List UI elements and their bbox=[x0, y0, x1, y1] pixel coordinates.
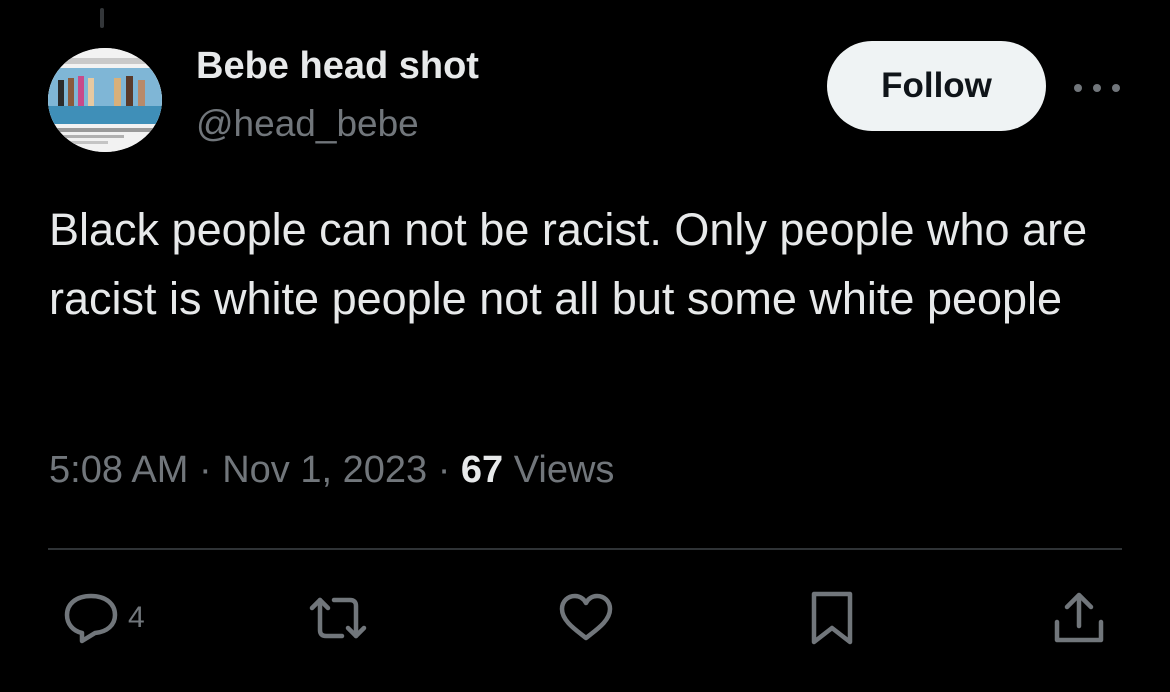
retweet-button[interactable] bbox=[306, 590, 370, 646]
avatar-image bbox=[48, 48, 162, 152]
display-name[interactable]: Bebe head shot bbox=[196, 45, 479, 88]
more-dot bbox=[1112, 84, 1120, 92]
more-icon[interactable] bbox=[1074, 74, 1120, 102]
views-count[interactable]: 67 bbox=[461, 449, 503, 491]
share-button[interactable] bbox=[1052, 590, 1106, 646]
tweet-card: Bebe head shot @head_bebe Follow Black p… bbox=[0, 0, 1170, 692]
like-button[interactable] bbox=[557, 590, 615, 646]
tweet-text: Black people can not be racist. Only peo… bbox=[49, 204, 1088, 324]
reply-button[interactable]: 4 bbox=[62, 590, 145, 646]
share-icon bbox=[1054, 592, 1104, 643]
reply-icon bbox=[64, 593, 118, 644]
meta-separator: · bbox=[198, 449, 212, 491]
avatar[interactable] bbox=[48, 48, 162, 152]
tweet-time[interactable]: 5:08 AM bbox=[49, 449, 188, 491]
follow-button[interactable]: Follow bbox=[827, 41, 1046, 131]
tweet-date[interactable]: Nov 1, 2023 bbox=[222, 449, 427, 491]
bookmark-button[interactable] bbox=[808, 590, 856, 646]
like-icon bbox=[559, 593, 613, 641]
meta-separator: · bbox=[437, 449, 451, 491]
views-label[interactable]: Views bbox=[514, 449, 615, 491]
tweet-metadata: 5:08 AM · Nov 1, 2023 · 67 Views bbox=[49, 449, 614, 492]
divider bbox=[48, 548, 1122, 550]
more-dot bbox=[1074, 84, 1082, 92]
reply-count: 4 bbox=[128, 601, 145, 634]
retweet-icon bbox=[309, 597, 367, 639]
bookmark-icon bbox=[811, 591, 853, 645]
user-handle[interactable]: @head_bebe bbox=[196, 103, 419, 145]
thread-connector-line bbox=[100, 8, 104, 28]
more-dot bbox=[1093, 84, 1101, 92]
